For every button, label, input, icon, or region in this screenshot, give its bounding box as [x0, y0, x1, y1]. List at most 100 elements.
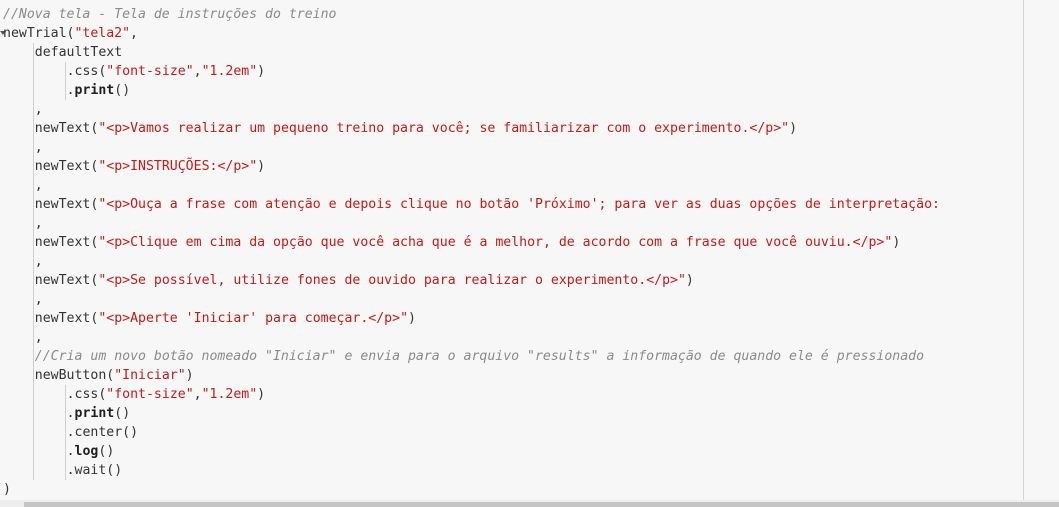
- code-editor[interactable]: //Nova tela - Tela de instruções do trei…: [0, 0, 1059, 507]
- code-line[interactable]: .wait(): [0, 461, 1059, 480]
- code-token: (): [114, 83, 131, 98]
- code-text: newText(" <p>Se possível, utilize fones d…: [35, 271, 694, 290]
- code-text: ,: [35, 252, 43, 271]
- indent-guide: [64, 385, 66, 480]
- code-text: ,: [35, 214, 43, 233]
- code-text: ): [3, 480, 11, 499]
- code-token: "1.2em": [201, 387, 258, 402]
- print-margin-ruler: [1023, 0, 1024, 500]
- code-line[interactable]: newText(" <p>Aperte 'Iniciar' para começa…: [0, 309, 1059, 328]
- code-token: //Cria um novo botão nomeado "Iniciar" e…: [34, 349, 925, 364]
- code-token: ": [781, 121, 790, 136]
- horizontal-scrollbar[interactable]: [0, 500, 1059, 507]
- code-text: newText("<p>Ouça a frase com atenção e d…: [35, 195, 940, 214]
- code-line[interactable]: .center(): [0, 423, 1059, 442]
- code-token: "font-size": [106, 387, 194, 402]
- code-token: </p>: [852, 235, 885, 250]
- code-token: </p>: [368, 311, 401, 326]
- code-token: ,: [130, 26, 138, 41]
- code-token: "1.2em": [201, 64, 258, 79]
- code-token: ,: [193, 387, 202, 402]
- code-token: INSTRUÇÕES:: [130, 159, 218, 174]
- code-text: .center(): [67, 423, 138, 442]
- code-token: "Iniciar": [114, 368, 186, 383]
- code-token: Aperte 'Iniciar' para começar.: [130, 311, 369, 326]
- code-token: ": [249, 159, 258, 174]
- code-token: ,: [34, 178, 43, 193]
- code-text: .print(): [67, 81, 131, 100]
- code-token: ,: [34, 292, 43, 307]
- code-token: ,: [34, 330, 43, 345]
- code-line[interactable]: defaultText: [0, 43, 1059, 62]
- code-token: log: [74, 444, 99, 459]
- code-line[interactable]: .css("font-size","1.2em"): [0, 62, 1059, 81]
- code-token: </p>: [217, 159, 250, 174]
- code-line[interactable]: .print(): [0, 81, 1059, 100]
- code-line[interactable]: newText("<p>Ouça a frase com atenção e d…: [0, 195, 1059, 214]
- code-token: ": [400, 311, 409, 326]
- code-line[interactable]: newText(" <p>Se possível, utilize fones d…: [0, 271, 1059, 290]
- code-token: ,: [34, 254, 43, 269]
- code-token: ): [789, 121, 798, 136]
- code-line[interactable]: .print(): [0, 404, 1059, 423]
- code-line[interactable]: //Cria um novo botão nomeado "Iniciar" e…: [0, 347, 1059, 366]
- code-token: Ouça a frase com atenção e depois clique…: [130, 197, 940, 212]
- code-token: .css(: [66, 387, 107, 402]
- code-line[interactable]: newText("<p>Clique em cima da opção que …: [0, 233, 1059, 252]
- code-token: .: [66, 406, 75, 421]
- code-line[interactable]: newText("<p>INSTRUÇÕES:</p>"): [0, 157, 1059, 176]
- code-token: newText(: [34, 235, 99, 250]
- code-text: newText("<p>INSTRUÇÕES:</p>"): [35, 157, 265, 176]
- code-token: ": [677, 273, 686, 288]
- code-line[interactable]: ,: [0, 252, 1059, 271]
- code-token: ): [185, 368, 194, 383]
- indent-guide: [32, 43, 34, 480]
- code-token: ,: [193, 64, 202, 79]
- scrollbar-thumb[interactable]: [24, 502, 1059, 507]
- code-token: <p>: [106, 273, 131, 288]
- code-token: <p>: [106, 197, 131, 212]
- code-token: (): [114, 406, 131, 421]
- indent-guide: [64, 62, 66, 100]
- code-text: ,: [35, 138, 43, 157]
- code-token: Se possível, utilize fones de ouvido par…: [130, 273, 647, 288]
- code-line[interactable]: ,: [0, 100, 1059, 119]
- code-token: ,: [34, 216, 43, 231]
- code-token: ): [257, 64, 266, 79]
- code-token: //Nova tela - Tela de instruções do trei…: [3, 7, 337, 22]
- code-line[interactable]: newText(" <p>Vamos realizar um pequeno tr…: [0, 119, 1059, 138]
- code-token: ): [257, 387, 266, 402]
- code-token: newText(: [34, 197, 99, 212]
- code-token: newText(: [34, 159, 99, 174]
- code-text: newText("<p>Clique em cima da opção que …: [35, 233, 900, 252]
- code-token: </p>: [646, 273, 678, 288]
- code-line[interactable]: ,: [0, 138, 1059, 157]
- code-text: //Cria um novo botão nomeado "Iniciar" e…: [35, 347, 924, 366]
- code-line[interactable]: newButton("Iniciar"): [0, 366, 1059, 385]
- code-text: .css("font-size","1.2em"): [67, 62, 266, 81]
- code-line[interactable]: ,: [0, 290, 1059, 309]
- code-line[interactable]: ,: [0, 176, 1059, 195]
- code-token: <p>: [106, 159, 131, 174]
- code-line[interactable]: //Nova tela - Tela de instruções do trei…: [0, 5, 1059, 24]
- code-text: .log(): [67, 442, 115, 461]
- code-token: .css(: [66, 64, 107, 79]
- code-token: ): [408, 311, 416, 326]
- code-line[interactable]: ): [0, 480, 1059, 499]
- code-token: <p>: [106, 121, 131, 136]
- code-token: <p>: [106, 235, 131, 250]
- code-lines[interactable]: //Nova tela - Tela de instruções do trei…: [0, 5, 1059, 499]
- code-token: .wait(): [66, 463, 123, 478]
- code-text: ,: [35, 328, 43, 347]
- code-token: ): [3, 482, 11, 497]
- code-token: .: [66, 444, 75, 459]
- code-token: defaultText: [34, 45, 123, 60]
- code-line[interactable]: newTrial("tela2",: [0, 24, 1059, 43]
- code-line[interactable]: ,: [0, 214, 1059, 233]
- code-line[interactable]: .css("font-size","1.2em"): [0, 385, 1059, 404]
- code-token: ): [257, 159, 266, 174]
- code-token: ): [892, 235, 901, 250]
- code-line[interactable]: ,: [0, 328, 1059, 347]
- code-line[interactable]: .log(): [0, 442, 1059, 461]
- code-token: print: [74, 406, 115, 421]
